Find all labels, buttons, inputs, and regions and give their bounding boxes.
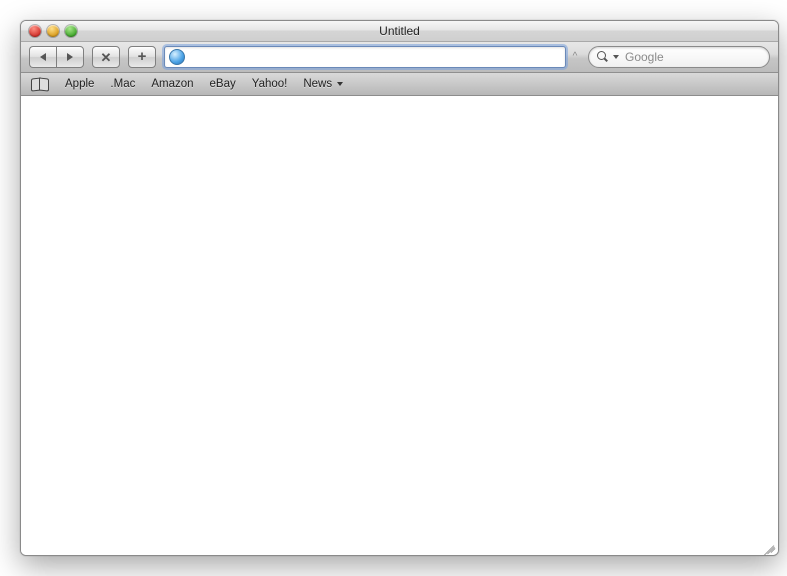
resize-handle[interactable] xyxy=(762,539,776,553)
add-bookmark-button[interactable]: + xyxy=(128,46,156,68)
back-arrow-icon xyxy=(40,53,46,61)
plus-icon: + xyxy=(138,49,147,64)
browser-window: Untitled ✕ + ^ xyxy=(20,20,779,556)
bookmark-item-amazon[interactable]: Amazon xyxy=(151,78,193,90)
stop-button[interactable]: ✕ xyxy=(92,46,120,68)
bookmark-label: .Mac xyxy=(110,78,135,90)
bookmarks-bar: Apple .Mac Amazon eBay Yahoo! News xyxy=(21,73,778,96)
bookmark-label: News xyxy=(303,78,332,90)
bookmarks-book-icon[interactable] xyxy=(31,78,49,90)
bookmark-label: Yahoo! xyxy=(252,78,288,90)
bookmark-item-dotmac[interactable]: .Mac xyxy=(110,78,135,90)
chevron-down-icon xyxy=(337,82,343,86)
search-input[interactable] xyxy=(623,49,779,65)
address-input[interactable] xyxy=(189,48,561,66)
nav-buttons xyxy=(29,46,84,68)
toolbar: ✕ + ^ xyxy=(21,42,778,73)
bookmark-item-ebay[interactable]: eBay xyxy=(210,78,236,90)
bookmark-item-news[interactable]: News xyxy=(303,78,343,90)
search-menu-chevron-icon[interactable] xyxy=(613,55,619,59)
bookmark-label: eBay xyxy=(210,78,236,90)
stop-x-icon: ✕ xyxy=(101,51,112,64)
globe-icon xyxy=(169,49,185,65)
bookmark-label: Amazon xyxy=(151,78,193,90)
forward-arrow-icon xyxy=(67,53,73,61)
minimize-window-button[interactable] xyxy=(47,25,59,37)
search-field[interactable] xyxy=(588,46,770,68)
window-title: Untitled xyxy=(21,24,778,38)
bookmark-label: Apple xyxy=(65,78,94,90)
traffic-lights xyxy=(21,25,77,37)
address-field[interactable] xyxy=(164,46,566,68)
bookmark-item-apple[interactable]: Apple xyxy=(65,78,94,90)
url-wrap: ^ xyxy=(164,46,580,68)
titlebar[interactable]: Untitled xyxy=(21,21,778,42)
bookmark-item-yahoo[interactable]: Yahoo! xyxy=(252,78,288,90)
page-content xyxy=(21,96,778,555)
search-icon xyxy=(597,51,609,63)
back-button[interactable] xyxy=(29,46,56,68)
snapback-button[interactable]: ^ xyxy=(570,52,580,62)
forward-button[interactable] xyxy=(56,46,84,68)
close-window-button[interactable] xyxy=(29,25,41,37)
zoom-window-button[interactable] xyxy=(65,25,77,37)
